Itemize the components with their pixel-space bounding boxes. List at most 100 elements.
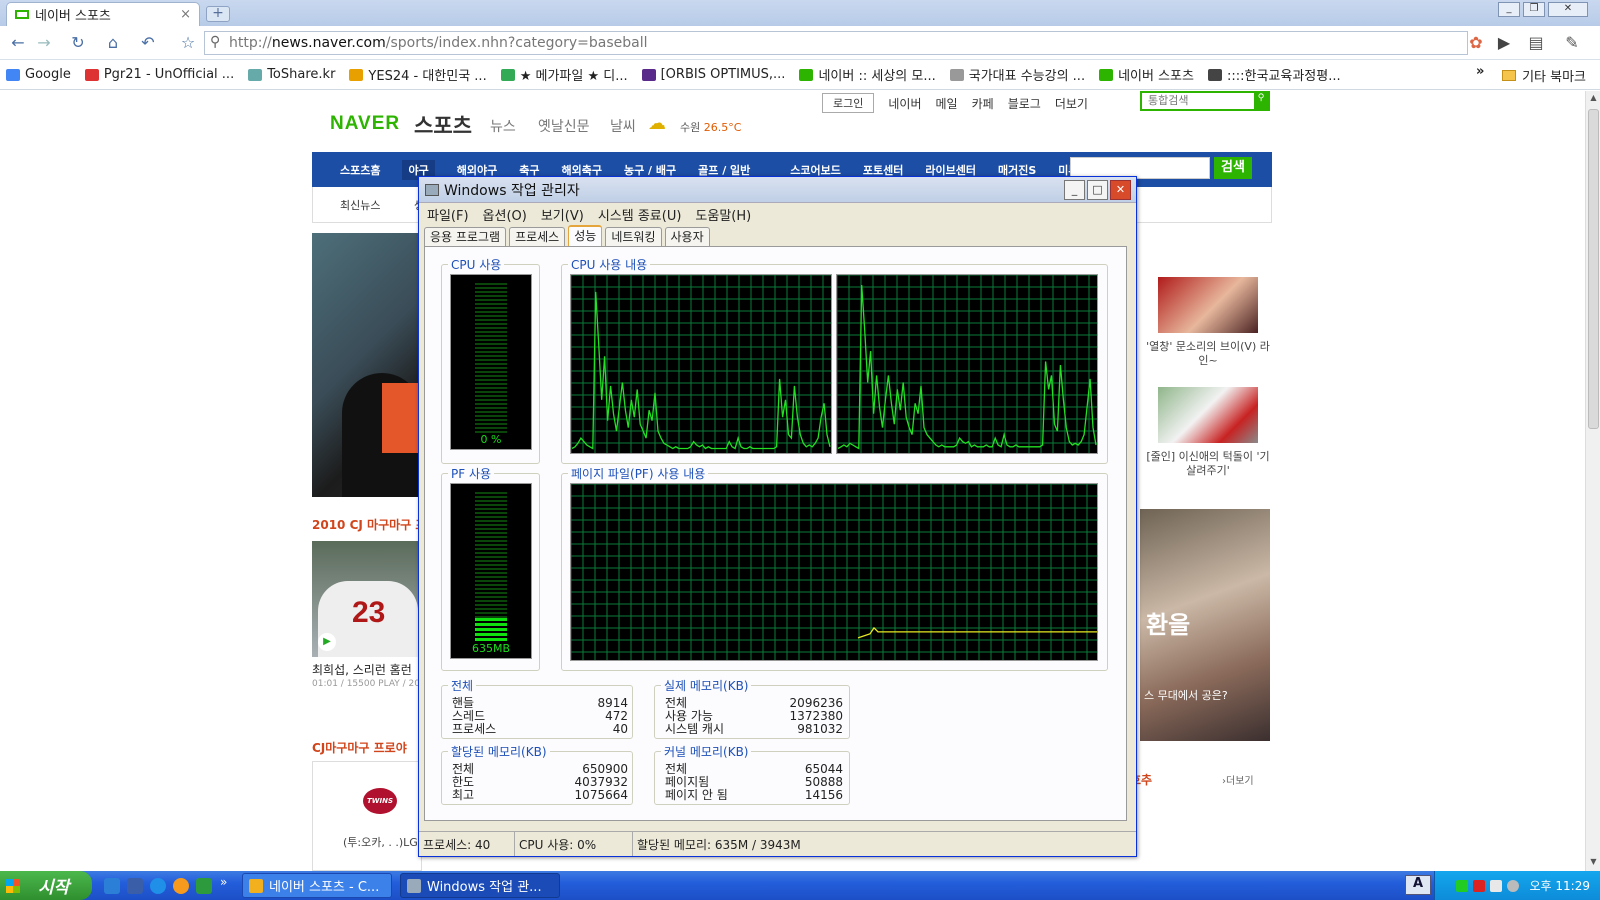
bookmark-label: 네이버 :: 세상의 모... (818, 69, 936, 84)
bookmark-item[interactable]: [ORBIS OPTIMUS,... (641, 67, 785, 82)
tray-update-icon[interactable] (1506, 879, 1519, 892)
tray-security-icon[interactable] (1472, 879, 1485, 892)
tm-tab[interactable]: 성능 (568, 225, 603, 246)
video-caption[interactable]: 최희섭, 스리런 홈런 (312, 661, 412, 678)
login-button[interactable]: 로그인 (822, 93, 875, 113)
tm-tab[interactable]: 응용 프로그램 (424, 227, 507, 246)
quicklaunch-more-icon[interactable]: » (220, 875, 227, 889)
extension-icon[interactable]: ✿ (1466, 33, 1486, 53)
top-link-more[interactable]: 더보기 (1055, 95, 1088, 112)
browser-tab[interactable]: 네이버 스포츠 × (6, 2, 200, 26)
physical-memory-label: 실제 메모리(KB) (661, 677, 752, 694)
quicklaunch-ie-icon[interactable] (150, 878, 166, 894)
bookmark-item[interactable]: 국가대표 수능강의 ... (949, 65, 1085, 84)
bookmark-item[interactable]: ★ 메가파일 ★ 디... (500, 65, 628, 84)
task-manager-titlebar[interactable]: Windows 작업 관리자 (419, 177, 1136, 203)
more-bookmarks-icon[interactable]: » (1476, 64, 1484, 79)
right-more-link[interactable]: ›더보기 (1222, 772, 1254, 787)
tm-close-button[interactable]: ✕ (1110, 180, 1131, 200)
headline-photo[interactable] (312, 233, 432, 497)
tray-volume-icon[interactable] (1489, 879, 1502, 892)
top-search-button[interactable]: ⚲ (1254, 93, 1268, 109)
tm-menu-item[interactable]: 파일(F) (427, 205, 469, 224)
photo-caption-2[interactable]: [줄인] 이신애의 턱돌이 '기 살려주기' (1143, 450, 1273, 478)
other-bookmarks[interactable]: 기타 북마크 (1502, 66, 1586, 85)
subnav-latest-news[interactable]: 최신뉴스 (340, 199, 380, 212)
nav-search-button[interactable]: 검색 (1214, 157, 1252, 179)
undo-icon[interactable]: ↶ (138, 33, 158, 53)
bookmark-favicon-icon (1099, 68, 1114, 81)
home-icon[interactable]: ⌂ (103, 33, 123, 53)
team-box[interactable]: TWINS (투:오카, . .)LG (312, 761, 422, 871)
tm-tab[interactable]: 사용자 (664, 227, 710, 246)
nav-item[interactable]: 스포츠홈 (340, 162, 380, 178)
bookmark-item[interactable]: ToShare.kr (248, 67, 335, 82)
tray-network-icon[interactable] (1455, 879, 1468, 892)
reload-icon[interactable]: ↻ (68, 33, 88, 53)
quicklaunch-app-icon[interactable] (196, 878, 212, 894)
play-icon[interactable]: ▶ (1494, 33, 1514, 53)
bookmark-item[interactable]: ::::한국교육과정평... (1207, 65, 1341, 84)
tm-tab[interactable]: 네트워킹 (605, 227, 662, 246)
tray-clock[interactable]: 오후 11:29 (1530, 877, 1590, 894)
minimize-window-button[interactable]: _ (1498, 2, 1520, 17)
header-link-weather[interactable]: 날씨 (610, 116, 636, 136)
commit-charge-stats: 전체 650900 한도 4037932 최고 1075664 (452, 763, 628, 802)
close-window-button[interactable]: ✕ (1548, 2, 1588, 17)
page-scrollbar[interactable]: ▲ ▼ (1585, 91, 1600, 871)
header-link-old-newspaper[interactable]: 옛날신문 (538, 116, 590, 136)
magazine-banner[interactable]: 환을 스 무대에서 공은? (1140, 509, 1270, 741)
taskbar-button-chrome[interactable]: 네이버 스포츠 - C... (242, 873, 392, 898)
quicklaunch-explorer-icon[interactable] (104, 878, 120, 894)
quicklaunch-desktop-icon[interactable] (127, 878, 143, 894)
page-menu-icon[interactable]: ▤ (1526, 33, 1546, 53)
taskbar-button-task-manager[interactable]: Windows 작업 관... (400, 873, 560, 898)
bookmark-item[interactable]: 네이버 :: 세상의 모... (799, 65, 936, 84)
tm-tab[interactable]: 프로세스 (509, 227, 566, 246)
tm-menu-item[interactable]: 보기(V) (541, 205, 584, 224)
top-link-naver[interactable]: 네이버 (888, 95, 921, 112)
section-title-cj-pro-baseball[interactable]: CJ마구마구 프로야 (312, 739, 407, 756)
tm-maximize-button[interactable]: □ (1087, 180, 1108, 200)
tm-menu-item[interactable]: 도움말(H) (695, 205, 751, 224)
site-section-title[interactable]: 스포츠 (414, 110, 472, 140)
scrollbar-thumb[interactable] (1588, 109, 1599, 429)
tm-menu-item[interactable]: 시스템 종료(U) (598, 205, 682, 224)
scroll-down-icon[interactable]: ▼ (1588, 857, 1599, 869)
bookmark-item[interactable]: 네이버 스포츠 (1099, 65, 1194, 84)
pf-usage-value: 635MB (471, 642, 511, 655)
forward-icon[interactable]: → (34, 33, 54, 53)
video-thumbnail[interactable]: 23 ▶ (312, 541, 422, 657)
performance-panel: CPU 사용 0 % CPU 사용 내용 PF 사용 635MB 페이지 파일( (424, 246, 1127, 821)
quicklaunch-chrome-icon[interactable] (173, 878, 189, 894)
wrench-icon[interactable]: ✎ (1562, 33, 1582, 53)
bookmark-item[interactable]: YES24 - 대한민국 ... (349, 65, 487, 84)
scroll-up-icon[interactable]: ▲ (1588, 93, 1599, 105)
top-link-cafe[interactable]: 카페 (972, 95, 994, 112)
windows-taskbar: 시작 » 네이버 스포츠 - C... Windows 작업 관... A 오후… (0, 871, 1600, 900)
ime-language-icon[interactable]: A (1405, 875, 1431, 895)
bookmark-item[interactable]: Pgr21 - UnOfficial ... (84, 67, 234, 82)
section-title-cj-magumagu[interactable]: 2010 CJ 마구마구 프 (312, 516, 426, 533)
top-link-mail[interactable]: 메일 (936, 95, 958, 112)
top-link-blog[interactable]: 블로그 (1008, 95, 1041, 112)
start-button[interactable]: 시작 (0, 871, 92, 900)
bookmark-star-icon[interactable]: ☆ (178, 33, 198, 53)
header-link-news[interactable]: 뉴스 (490, 116, 516, 136)
photo-thumbnail-1[interactable] (1158, 277, 1258, 333)
photo-caption-1[interactable]: '열창' 문소리의 브이(V) 라인~ (1143, 340, 1273, 368)
naver-logo[interactable]: NAVER (330, 113, 400, 135)
magazine-subtext: 스 무대에서 공은? (1144, 689, 1228, 702)
new-tab-button[interactable]: + (206, 6, 230, 22)
address-bar[interactable]: ⚲ http://news.naver.com/sports/index.nhn… (204, 31, 1468, 55)
bookmark-item[interactable]: Google (6, 67, 71, 82)
top-search-input[interactable]: 통합검색 (1140, 91, 1270, 111)
photo-thumbnail-2[interactable] (1158, 387, 1258, 443)
tab-close-icon[interactable]: × (180, 7, 191, 22)
restore-window-button[interactable]: ❐ (1523, 2, 1545, 17)
play-icon[interactable]: ▶ (318, 633, 336, 651)
tm-menu-item[interactable]: 옵션(O) (483, 205, 527, 224)
back-icon[interactable]: ← (8, 33, 28, 53)
tm-minimize-button[interactable]: _ (1064, 180, 1085, 200)
taskbar-button-task-manager-label: Windows 작업 관... (427, 880, 542, 895)
